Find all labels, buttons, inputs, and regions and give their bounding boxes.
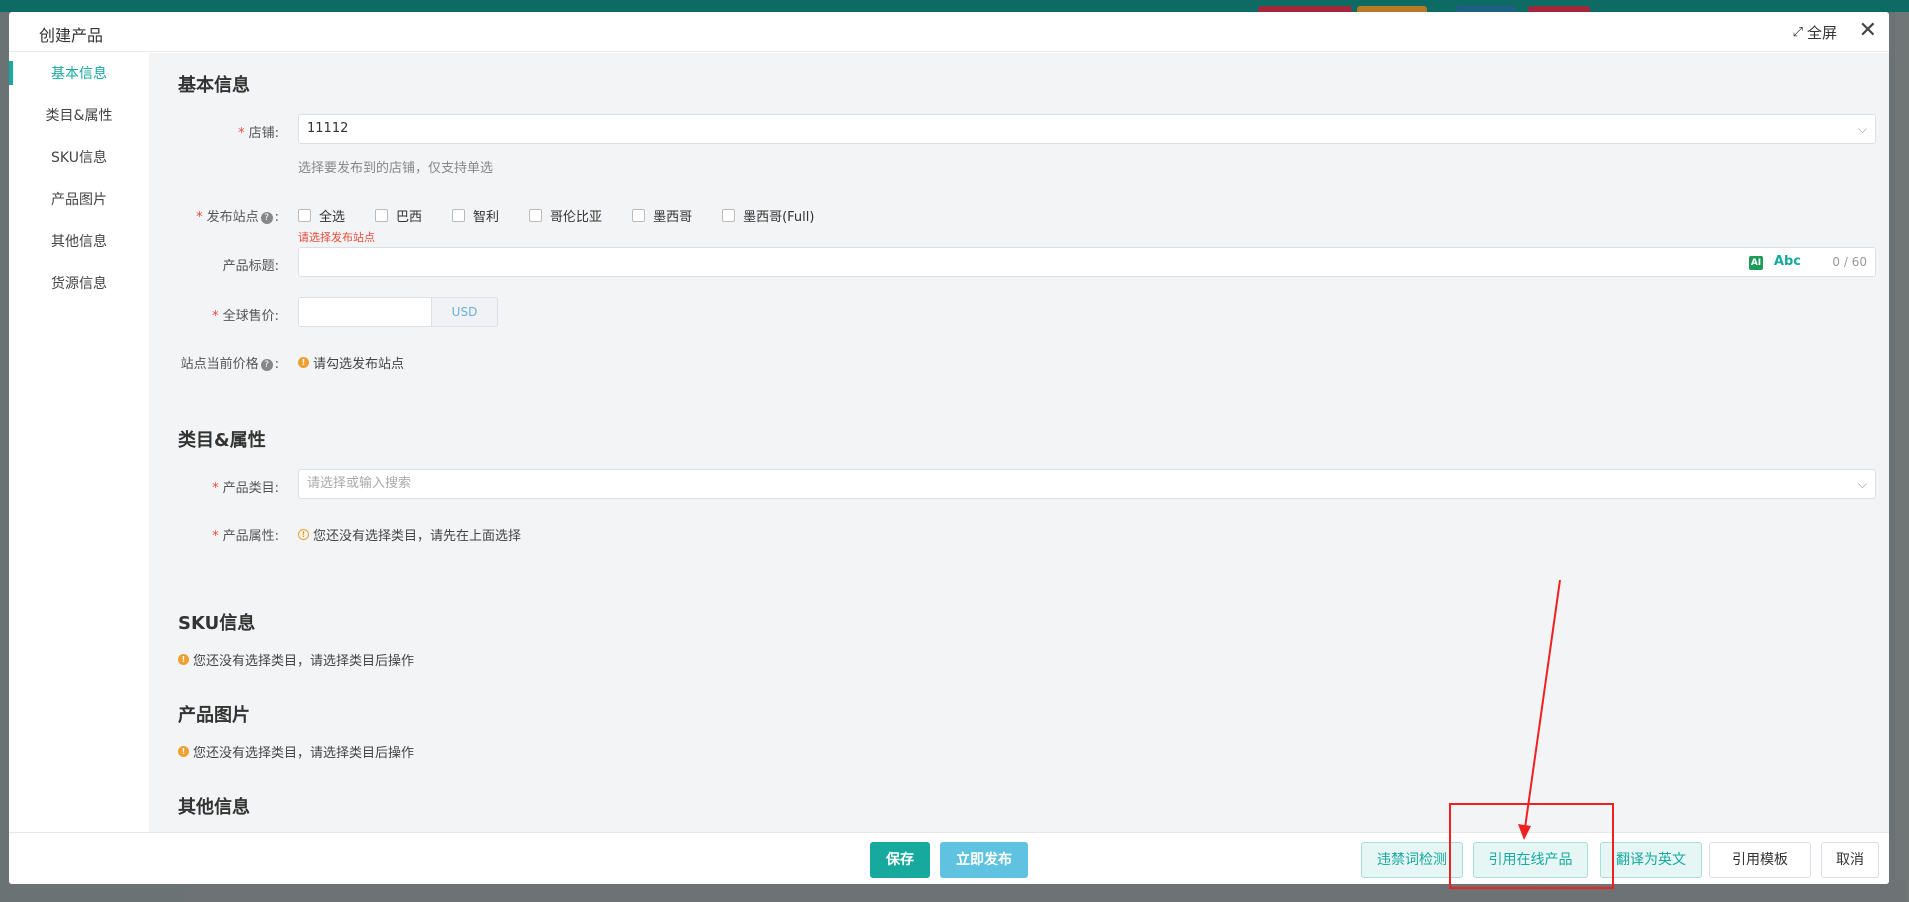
translate-english-button[interactable]: 翻译为英文 [1600, 842, 1702, 878]
nav-item-sku-info[interactable]: SKU信息 [9, 137, 149, 179]
shop-label: * 店铺: [238, 126, 279, 141]
sites-label: * 发布站点?: [196, 210, 279, 225]
shop-select[interactable]: 11112 ⌵ [298, 114, 1876, 144]
spellcheck-icon[interactable]: Abc [1774, 254, 1801, 269]
save-button[interactable]: 保存 [870, 842, 930, 878]
annotation-highlight-box [1449, 803, 1614, 889]
category-select[interactable]: 请选择或输入搜索 ⌵ [298, 469, 1876, 499]
form-content: 基本信息 * 店铺: 11112 ⌵ 选择要发布到的店铺，仅支持单选 * 发布站点?… [149, 53, 1889, 832]
prohibited-words-check-button[interactable]: 违禁词检测 [1361, 842, 1463, 878]
section-title-sku: SKU信息 [178, 613, 256, 634]
images-hint: ! 您还没有选择类目，请选择类目后操作 [178, 742, 414, 761]
checkbox-icon [529, 209, 543, 222]
publish-now-button[interactable]: 立即发布 [940, 842, 1028, 878]
warning-icon: ! [298, 357, 309, 368]
section-title-category: 类目&属性 [178, 430, 266, 451]
background-scroll-area [1895, 12, 1909, 902]
sites-error: 请选择发布站点 [298, 231, 375, 244]
checkbox-icon [375, 209, 389, 222]
checkbox-icon [632, 209, 646, 222]
expand-icon: ⤢ [1792, 25, 1803, 40]
dialog-title: 创建产品 [39, 26, 104, 45]
price-label: * 全球售价: [212, 309, 279, 324]
nav-item-basic-info[interactable]: 基本信息 [9, 53, 149, 95]
site-checkbox-all[interactable]: 全选 [298, 206, 345, 225]
warning-icon: ! [298, 529, 309, 540]
attr-label: * 产品属性: [212, 529, 279, 544]
ai-icon[interactable]: AI [1749, 256, 1763, 270]
category-placeholder: 请选择或输入搜索 [307, 476, 412, 491]
help-icon: ? [260, 358, 273, 371]
warning-icon: ! [178, 654, 189, 665]
site-price-label: 站点当前价格?: [180, 357, 279, 372]
fullscreen-label: 全屏 [1806, 24, 1837, 42]
attr-hint: ! 您还没有选择类目，请先在上面选择 [298, 525, 521, 544]
nav-item-product-images[interactable]: 产品图片 [9, 179, 149, 221]
title-label: 产品标题: [222, 259, 279, 274]
checkbox-icon [452, 209, 466, 222]
product-title-input[interactable]: AI Abc 0 / 60 [298, 247, 1876, 277]
help-icon: ? [260, 211, 273, 224]
section-title-other: 其他信息 [178, 797, 250, 818]
sites-checkbox-group: 全选 巴西 智利 哥伦比亚 墨西哥 墨西哥(Full) [298, 206, 814, 225]
shop-hint: 选择要发布到的店铺，仅支持单选 [298, 161, 494, 176]
site-checkbox-brazil[interactable]: 巴西 [375, 206, 422, 225]
warning-icon: ! [178, 746, 189, 757]
global-price-input[interactable] [298, 297, 432, 327]
cancel-button[interactable]: 取消 [1821, 842, 1879, 878]
site-checkbox-chile[interactable]: 智利 [452, 206, 499, 225]
chevron-down-icon: ⌵ [1857, 477, 1867, 491]
dialog-header: 创建产品 ⤢ 全屏 ✕ [9, 12, 1889, 52]
category-label: * 产品类目: [212, 481, 279, 496]
section-title-images: 产品图片 [178, 705, 250, 726]
sku-hint: ! 您还没有选择类目，请选择类目后操作 [178, 650, 414, 669]
nav-item-other-info[interactable]: 其他信息 [9, 221, 149, 263]
site-price-hint: ! 请勾选发布站点 [298, 353, 404, 372]
title-char-counter: 0 / 60 [1832, 255, 1867, 269]
nav-item-category-attributes[interactable]: 类目&属性 [9, 95, 149, 137]
create-product-dialog: 创建产品 ⤢ 全屏 ✕ 基本信息 类目&属性 SKU信息 产品图片 其他信息 货… [9, 12, 1889, 884]
chevron-down-icon: ⌵ [1857, 122, 1867, 136]
section-nav: 基本信息 类目&属性 SKU信息 产品图片 其他信息 货源信息 [9, 53, 149, 832]
background-topbar [0, 0, 1909, 12]
site-checkbox-mexico[interactable]: 墨西哥 [632, 206, 692, 225]
shop-value: 11112 [307, 121, 349, 136]
checkbox-icon [298, 209, 311, 222]
section-title-basic: 基本信息 [178, 75, 250, 96]
fullscreen-button[interactable]: ⤢ 全屏 [1793, 22, 1837, 43]
currency-unit: USD [432, 297, 498, 327]
checkbox-icon [722, 209, 736, 222]
nav-item-source-info[interactable]: 货源信息 [9, 263, 149, 305]
close-icon[interactable]: ✕ [1859, 18, 1877, 43]
reference-template-button[interactable]: 引用模板 ^ [1709, 842, 1811, 878]
site-checkbox-colombia[interactable]: 哥伦比亚 [529, 206, 602, 225]
site-checkbox-mexico-full[interactable]: 墨西哥(Full) [722, 206, 814, 225]
